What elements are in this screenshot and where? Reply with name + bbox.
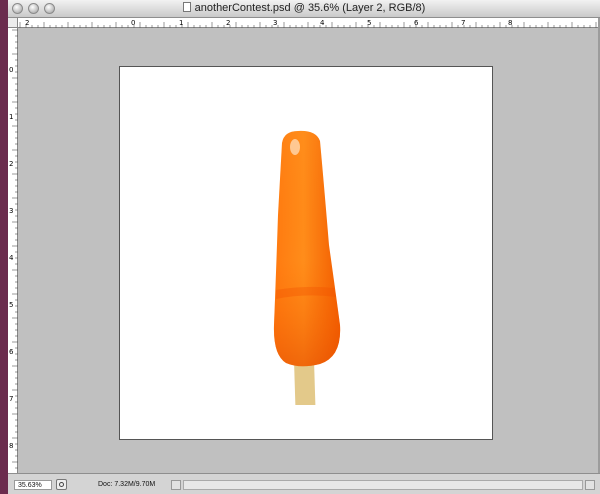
title-bar[interactable]: anotherContest.psd @ 35.6% (Layer 2, RGB… <box>8 0 600 18</box>
ruler-label-h-5: 4 <box>320 19 325 27</box>
document-size-info[interactable]: Doc: 7.32M/9.70M <box>98 481 155 488</box>
popsicle-stick <box>294 360 316 405</box>
popsicle-highlight <box>290 139 300 155</box>
popsicle-artwork <box>273 130 341 405</box>
ruler-label-v-4: 4 <box>9 254 14 262</box>
ruler-label-v-2: 2 <box>9 160 13 168</box>
ruler-origin[interactable] <box>8 18 18 28</box>
ruler-label-v-0: 0 <box>9 66 13 74</box>
scroll-left-arrow[interactable] <box>171 480 181 490</box>
vertical-ruler-ticks: 0 1 2 3 4 5 6 7 8 <box>9 29 18 469</box>
status-bar: 35.63% Doc: 7.32M/9.70M <box>8 473 600 494</box>
document-icon <box>182 2 191 12</box>
ruler-label-v-6: 6 <box>9 348 14 356</box>
ruler-label-h-9: 8 <box>508 19 512 27</box>
ruler-label-h-8: 7 <box>461 19 465 27</box>
ruler-label-v-8: 8 <box>9 442 13 450</box>
ruler-label-h-7: 6 <box>414 19 419 27</box>
ruler-label-h-2: 1 <box>179 19 183 27</box>
document-canvas[interactable] <box>119 66 493 440</box>
ruler-label-h-0: 2 <box>25 19 29 27</box>
ruler-label-v-5: 5 <box>9 301 13 309</box>
horizontal-ruler-ticks: 2 0 1 2 3 4 5 6 7 8 <box>19 19 597 28</box>
ruler-label-h-3: 2 <box>226 19 230 27</box>
horizontal-ruler[interactable]: 2 0 1 2 3 4 5 6 7 8 <box>18 18 598 28</box>
photoshop-document-window: anotherContest.psd @ 35.6% (Layer 2, RGB… <box>8 0 600 494</box>
status-menu-button[interactable] <box>56 479 67 490</box>
vertical-ruler[interactable]: 0 1 2 3 4 5 6 7 8 <box>8 28 18 473</box>
window-title-wrap: anotherContest.psd @ 35.6% (Layer 2, RGB… <box>8 2 600 14</box>
ruler-label-v-3: 3 <box>9 207 13 215</box>
ruler-label-h-1: 0 <box>131 19 135 27</box>
ruler-label-h-6: 5 <box>367 19 371 27</box>
ruler-label-v-1: 1 <box>9 113 13 121</box>
window-title: anotherContest.psd @ 35.6% (Layer 2, RGB… <box>194 2 426 14</box>
zoom-level-field[interactable]: 35.63% <box>14 480 52 490</box>
popsicle-ice-shading <box>273 130 341 367</box>
scroll-right-arrow[interactable] <box>585 480 595 490</box>
ruler-label-h-4: 3 <box>273 19 277 27</box>
ruler-label-v-7: 7 <box>9 395 13 403</box>
horizontal-scrollbar[interactable] <box>183 480 583 490</box>
